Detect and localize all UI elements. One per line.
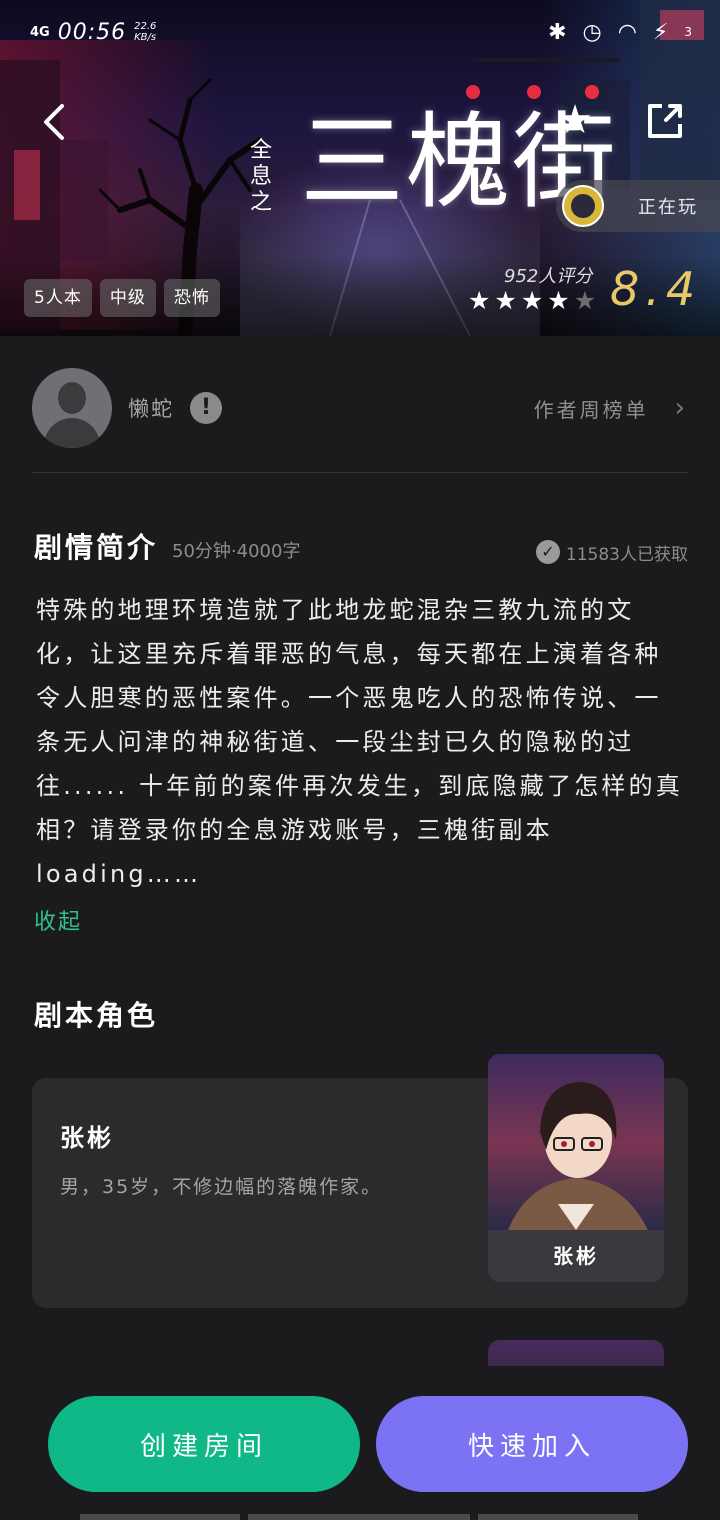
rank-link-label: 作者周榜单 — [533, 397, 649, 422]
back-button[interactable] — [36, 96, 76, 148]
info-icon[interactable]: ! — [190, 392, 222, 424]
author-avatar[interactable] — [32, 368, 112, 448]
bluetooth-icon: ✱ — [548, 19, 567, 45]
rating-score: 8.4 — [610, 262, 702, 316]
nav-gesture-hint — [478, 1514, 638, 1520]
tag-list: 5人本 中级 恐怖 — [24, 279, 220, 317]
rating-count: 952人评分 — [504, 266, 593, 287]
synopsis-header: 剧情简介 50分钟·4000字 ✓ 11583人已获取 — [34, 526, 688, 566]
alarm-icon: ◷ — [582, 19, 602, 45]
tag-genre: 恐怖 — [163, 279, 220, 317]
star-icon: ★ — [494, 286, 517, 315]
now-playing-label: 正在玩 — [638, 197, 698, 218]
role-portrait-caption: 张彬 — [553, 1244, 599, 1268]
network-indicator: 4G — [30, 24, 50, 40]
title-prefix: 全息之 — [249, 138, 272, 215]
share-icon — [648, 104, 682, 138]
role-portrait[interactable]: 张彬 — [488, 1054, 664, 1282]
status-right: ✱ ◷ ◠ ⚡ 3 — [548, 20, 692, 45]
obtained-count-label: 11583人已获取 — [565, 544, 688, 565]
role-portrait-next[interactable] — [488, 1340, 664, 1366]
quick-join-button[interactable]: 快速加入 — [376, 1396, 688, 1492]
divider — [32, 472, 688, 473]
role-name: 张彬 — [60, 1124, 114, 1152]
now-playing-pill[interactable]: 正在玩 — [556, 180, 720, 232]
star-icon: ★ — [520, 286, 544, 315]
role-description: 男，35岁，不修边幅的落魄作家。 — [60, 1176, 383, 1198]
player-avatar — [562, 185, 604, 227]
author-weekly-rank-link[interactable]: 作者周榜单 › — [534, 393, 688, 423]
back-arrow-icon — [44, 104, 64, 140]
author-row: 懒蛇 ! 作者周榜单 › — [32, 368, 688, 448]
battery-level: 3 — [684, 25, 692, 39]
author-name[interactable]: 懒蛇 — [128, 393, 174, 423]
synopsis-title: 剧情简介 — [34, 531, 159, 564]
status-left: 4G 00:56 22.6 KB/s — [30, 20, 168, 45]
check-icon: ✓ — [535, 540, 560, 564]
charging-icon: ⚡ — [652, 19, 669, 45]
tag-difficulty: 中级 — [99, 279, 156, 317]
tag-players: 5人本 — [24, 279, 92, 317]
star-icon: ★ — [547, 286, 570, 315]
synopsis-meta: 50分钟·4000字 — [172, 541, 301, 562]
obtained-count: ✓ 11583人已获取 — [535, 540, 688, 565]
status-time: 00:56 — [57, 19, 127, 45]
roles-title: 剧本角色 — [34, 999, 159, 1032]
network-speed: 22.6 KB/s — [134, 21, 157, 43]
wifi-icon: ◠ — [617, 19, 637, 45]
star-icon: ★ — [468, 286, 491, 315]
create-room-button[interactable]: 创建房间 — [48, 1396, 360, 1492]
star-icon: ★ — [573, 286, 597, 315]
role-portrait-image — [488, 1054, 664, 1230]
nav-gesture-hint — [248, 1514, 470, 1520]
collapse-link[interactable]: 收起 — [34, 904, 82, 936]
star-rating: ★ ★ ★ ★ ★ — [468, 288, 596, 314]
chevron-right-icon: › — [674, 393, 688, 423]
share-button[interactable] — [644, 100, 686, 142]
nav-gesture-hint — [80, 1514, 240, 1520]
status-bar: 4G 00:56 22.6 KB/s ✱ ◷ ◠ ⚡ 3 — [0, 0, 720, 64]
synopsis-text: 特殊的地理环境造就了此地龙蛇混杂三教九流的文化，让这里充斥着罪恶的气息，每天都在… — [36, 596, 684, 888]
